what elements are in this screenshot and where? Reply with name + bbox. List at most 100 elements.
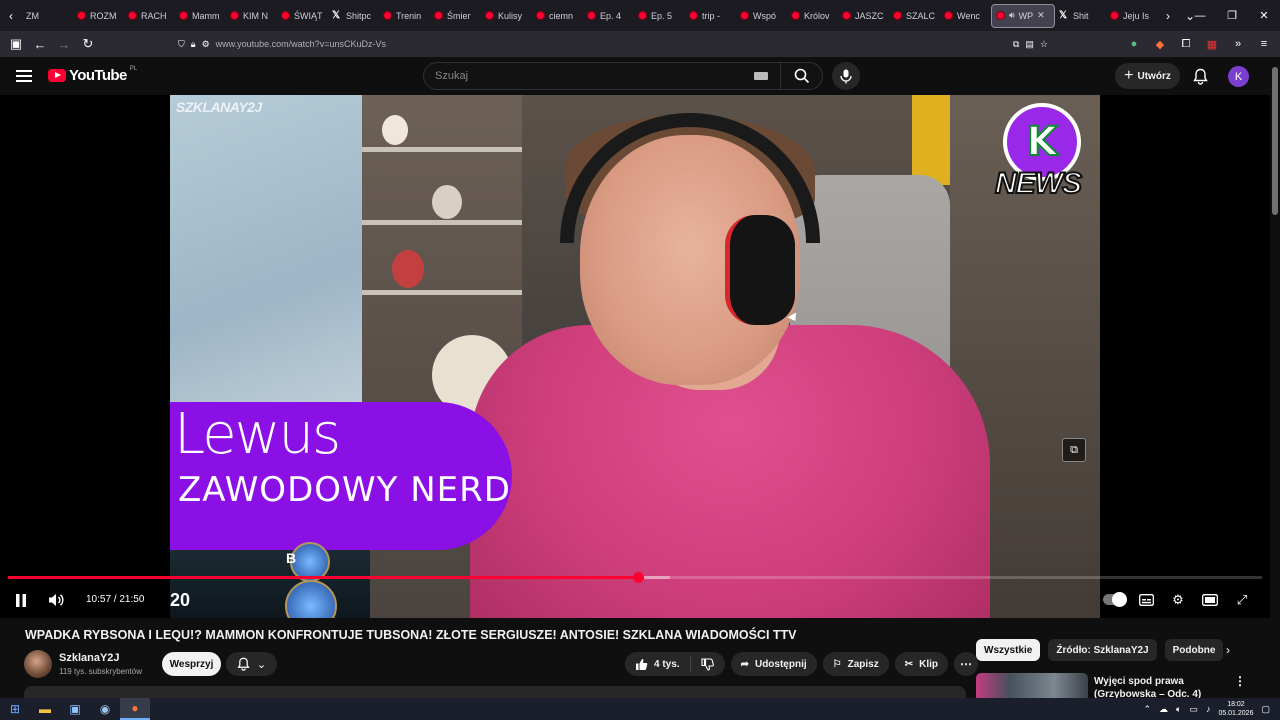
menu-icon[interactable]: [14, 67, 34, 85]
browser-tab[interactable]: ZM: [22, 4, 73, 28]
browser-tab[interactable]: ROZM: [73, 4, 124, 28]
subtitles-icon[interactable]: [1134, 589, 1158, 611]
extension-ublock-icon[interactable]: ●: [1124, 33, 1144, 55]
shield-icon[interactable]: ⛉: [178, 39, 185, 50]
recommended-video[interactable]: Wyjęci spod prawa (Grzybowska – Odc. 4) …: [976, 673, 1266, 698]
tray-chevron-up-icon[interactable]: ⌃: [1143, 704, 1151, 715]
chips-next-chevron-icon[interactable]: ›: [1218, 640, 1238, 660]
url-bar[interactable]: ⛉ 🔒︎ ⚙ www.youtube.com/watch?v=unsCKuDz-…: [178, 33, 1048, 55]
save-button[interactable]: ⚐ Zapisz: [822, 652, 889, 676]
channel-avatar[interactable]: [24, 650, 52, 678]
chip-all[interactable]: Wszystkie: [976, 639, 1041, 661]
overflow-chevron-icon[interactable]: »: [1228, 33, 1248, 55]
extension-fox-icon[interactable]: ◆: [1150, 33, 1170, 55]
tray-network-icon[interactable]: ▭: [1189, 704, 1198, 715]
maximize-icon[interactable]: ❐: [1216, 0, 1248, 31]
sidebar-toggle-icon[interactable]: ▣: [4, 32, 28, 56]
voice-search-button[interactable]: [832, 62, 860, 90]
search-button[interactable]: [780, 63, 822, 89]
browser-tab[interactable]: Kulisy: [481, 4, 532, 28]
tab-scroll-left-icon[interactable]: ‹: [0, 4, 22, 28]
windows-start-icon[interactable]: ⊞: [0, 698, 30, 720]
app-menu-icon[interactable]: ≡: [1254, 33, 1274, 55]
search-input[interactable]: [424, 63, 754, 89]
extension-badge-icon[interactable]: ▦: [1202, 33, 1222, 55]
chip-similar[interactable]: Podobne: [1164, 639, 1224, 661]
notifications-icon[interactable]: ▢: [1261, 704, 1270, 715]
minimize-icon[interactable]: —: [1184, 0, 1216, 31]
browser-tab[interactable]: 𝕏 Shitpc: [328, 4, 379, 28]
recommended-more-icon[interactable]: ⋮: [1234, 674, 1246, 688]
account-avatar[interactable]: K: [1228, 66, 1249, 87]
recommended-thumbnail[interactable]: [976, 673, 1088, 698]
page-scrollbar[interactable]: [1270, 57, 1280, 698]
tray-volume-icon[interactable]: ♪: [1206, 704, 1211, 714]
back-icon[interactable]: ←: [28, 32, 52, 56]
support-button[interactable]: Wesprzyj: [162, 652, 221, 676]
browser-tab[interactable]: ciemn: [532, 4, 583, 28]
create-button[interactable]: + Utwórz: [1115, 63, 1180, 89]
tab-audio-icon[interactable]: 🔊︎: [1009, 10, 1015, 21]
progress-bar[interactable]: [8, 572, 1262, 583]
keyboard-icon[interactable]: [754, 72, 768, 80]
browser-tab[interactable]: Wenc: [940, 4, 991, 28]
permissions-icon[interactable]: ⚙: [202, 39, 210, 50]
settings-gear-icon[interactable]: ⚙HD: [1166, 589, 1190, 611]
description-box[interactable]: [24, 686, 966, 698]
file-explorer-icon[interactable]: ▬: [30, 698, 60, 720]
clip-button[interactable]: ✂ Klip: [894, 652, 949, 676]
theater-mode-icon[interactable]: [1198, 589, 1222, 611]
video-player[interactable]: SZKLANAY2J K NEWS Lewus ZAWODOWY NERD B …: [0, 95, 1270, 618]
video-frame[interactable]: SZKLANAY2J K NEWS Lewus ZAWODOWY NERD B …: [170, 95, 1100, 618]
fullscreen-icon[interactable]: ⤢: [1230, 589, 1254, 611]
browser-tab[interactable]: JASZC: [838, 4, 889, 28]
tab-close-icon[interactable]: ✕: [1037, 10, 1045, 21]
browser-tab[interactable]: Mamm: [175, 4, 226, 28]
pause-button[interactable]: [9, 589, 33, 611]
autoplay-toggle[interactable]: [1103, 592, 1127, 607]
forward-icon[interactable]: →: [52, 32, 76, 56]
browser-tab[interactable]: Królov: [787, 4, 838, 28]
dislike-button[interactable]: [691, 657, 725, 671]
notifications-bell-icon[interactable]: [1190, 66, 1210, 86]
tab-active[interactable]: 🔊︎ WP ✕: [991, 3, 1055, 28]
share-button[interactable]: ➦ Udostępnij: [730, 652, 817, 676]
browser-tab[interactable]: KIM N: [226, 4, 277, 28]
browser-tab[interactable]: Wspó: [736, 4, 787, 28]
browser-tab[interactable]: Ep. 4: [583, 4, 634, 28]
browser-tab[interactable]: trip -: [685, 4, 736, 28]
browser-tab[interactable]: ŚWIĄT: [277, 4, 328, 28]
channel-name[interactable]: SzklanaY2J: [59, 652, 120, 664]
tab-scroll-right-icon[interactable]: ›: [1157, 4, 1179, 28]
recommended-title[interactable]: Wyjęci spod prawa (Grzybowska – Odc. 4): [1094, 675, 1244, 698]
browser-tab[interactable]: Trenin: [379, 4, 430, 28]
firefox-icon[interactable]: ●: [120, 698, 150, 720]
miniplayer-overlay-icon[interactable]: ⧉: [1062, 438, 1086, 462]
pip-page-icon[interactable]: ⧉: [1013, 39, 1019, 50]
subscribed-notifications-button[interactable]: ⌄: [226, 652, 277, 676]
more-actions-icon[interactable]: ⋯: [954, 652, 979, 676]
close-window-icon[interactable]: ✕: [1248, 0, 1280, 31]
scrubber-handle[interactable]: [632, 572, 644, 583]
extensions-puzzle-icon[interactable]: ⧠: [1176, 33, 1196, 55]
like-button[interactable]: 4 tys.: [625, 656, 691, 672]
browser-tab[interactable]: 𝕏 Shit: [1055, 4, 1106, 28]
browser-tab[interactable]: RACH: [124, 4, 175, 28]
browser-tab[interactable]: SZALC: [889, 4, 940, 28]
monitor-app-icon[interactable]: ▣: [60, 698, 90, 720]
tray-speaker-icon[interactable]: 🔈︎: [1176, 704, 1181, 715]
browser-tab[interactable]: Ep. 5: [634, 4, 685, 28]
url-text[interactable]: www.youtube.com/watch?v=unsCKuDz-Vs: [216, 39, 386, 49]
steam-icon[interactable]: ◉: [90, 698, 120, 720]
lock-icon[interactable]: 🔒︎: [191, 39, 196, 50]
browser-tab[interactable]: Śmier: [430, 4, 481, 28]
tray-cloud-icon[interactable]: ☁: [1159, 704, 1168, 715]
system-clock[interactable]: 18:02 05.01.2026: [1218, 700, 1253, 718]
volume-button[interactable]: [44, 589, 68, 611]
bookmark-star-icon[interactable]: ☆: [1040, 39, 1048, 50]
reader-view-icon[interactable]: ▤: [1025, 39, 1034, 50]
reload-icon[interactable]: ↻: [76, 32, 100, 56]
youtube-logo[interactable]: YouTube PL: [48, 66, 137, 84]
scrollbar-thumb[interactable]: [1272, 67, 1278, 215]
browser-tab[interactable]: Jeju Is: [1106, 4, 1157, 28]
